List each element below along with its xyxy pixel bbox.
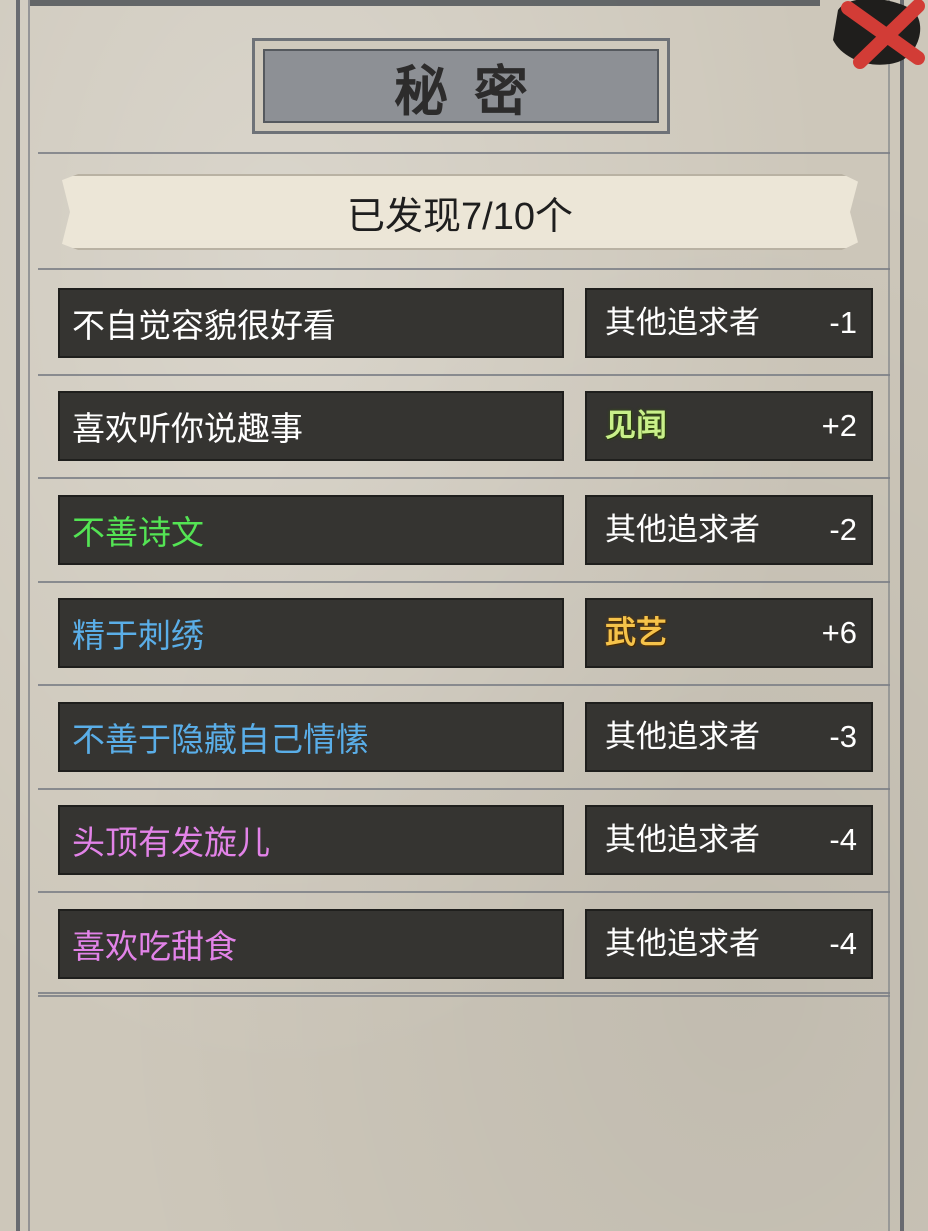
title-plaque: 秘密 bbox=[252, 38, 670, 134]
secret-effect: 见闻 +2 bbox=[585, 391, 873, 461]
effect-label: 其他追求者 bbox=[605, 926, 760, 961]
top-border bbox=[30, 0, 820, 6]
effect-label: 其他追求者 bbox=[605, 822, 760, 857]
close-button[interactable] bbox=[818, 0, 928, 70]
effect-value: -1 bbox=[829, 305, 857, 340]
discovered-count: 已发现7/10个 bbox=[347, 195, 573, 238]
secrets-panel: 秘密 已发现7/10个 不自觉容貌很好看 其他追求者 -1 喜欢听你说趣事 见闻 +2 不善… bbox=[0, 0, 928, 1231]
divider bbox=[38, 268, 890, 270]
close-x-icon bbox=[833, 0, 925, 69]
secret-trait: 不善诗文 bbox=[58, 495, 564, 565]
effect-label: 武艺 bbox=[605, 615, 667, 651]
secret-effect: 其他追求者 -3 bbox=[585, 702, 873, 772]
divider bbox=[38, 684, 890, 686]
secret-row[interactable]: 不善于隐藏自己情愫 其他追求者 -3 bbox=[0, 702, 928, 774]
divider bbox=[38, 788, 890, 790]
divider bbox=[38, 374, 890, 376]
effect-label: 其他追求者 bbox=[605, 719, 760, 754]
secret-trait: 喜欢听你说趣事 bbox=[58, 391, 564, 461]
effect-value: -3 bbox=[829, 719, 857, 754]
divider bbox=[38, 891, 890, 893]
secret-effect: 其他追求者 -2 bbox=[585, 495, 873, 565]
title-plaque-inner: 秘密 bbox=[263, 49, 659, 123]
secret-effect: 其他追求者 -1 bbox=[585, 288, 873, 358]
discovered-banner: 已发现7/10个 bbox=[62, 174, 858, 250]
effect-value: -4 bbox=[829, 926, 857, 961]
secret-trait: 不善于隐藏自己情愫 bbox=[58, 702, 564, 772]
effect-label: 其他追求者 bbox=[605, 305, 760, 340]
divider bbox=[38, 477, 890, 479]
secret-row[interactable]: 喜欢吃甜食 其他追求者 -4 bbox=[0, 909, 928, 981]
secret-trait: 精于刺绣 bbox=[58, 598, 564, 668]
secret-row[interactable]: 不自觉容貌很好看 其他追求者 -1 bbox=[0, 288, 928, 360]
effect-label: 其他追求者 bbox=[605, 512, 760, 547]
divider bbox=[38, 581, 890, 583]
effect-value: +2 bbox=[821, 408, 857, 443]
effect-label: 见闻 bbox=[605, 408, 667, 444]
divider bbox=[38, 995, 890, 997]
secret-row[interactable]: 不善诗文 其他追求者 -2 bbox=[0, 495, 928, 567]
secret-row[interactable]: 精于刺绣 武艺 +6 bbox=[0, 598, 928, 670]
effect-value: +6 bbox=[821, 615, 857, 650]
divider bbox=[38, 152, 890, 154]
secret-trait: 头顶有发旋儿 bbox=[58, 805, 564, 875]
secret-row[interactable]: 头顶有发旋儿 其他追求者 -4 bbox=[0, 805, 928, 877]
secret-trait: 喜欢吃甜食 bbox=[58, 909, 564, 979]
secret-row[interactable]: 喜欢听你说趣事 见闻 +2 bbox=[0, 391, 928, 463]
secret-effect: 武艺 +6 bbox=[585, 598, 873, 668]
secret-effect: 其他追求者 -4 bbox=[585, 909, 873, 979]
effect-value: -2 bbox=[829, 512, 857, 547]
effect-value: -4 bbox=[829, 822, 857, 857]
secret-effect: 其他追求者 -4 bbox=[585, 805, 873, 875]
divider bbox=[38, 992, 890, 994]
secret-trait: 不自觉容貌很好看 bbox=[58, 288, 564, 358]
page-title: 秘密 bbox=[394, 58, 554, 123]
